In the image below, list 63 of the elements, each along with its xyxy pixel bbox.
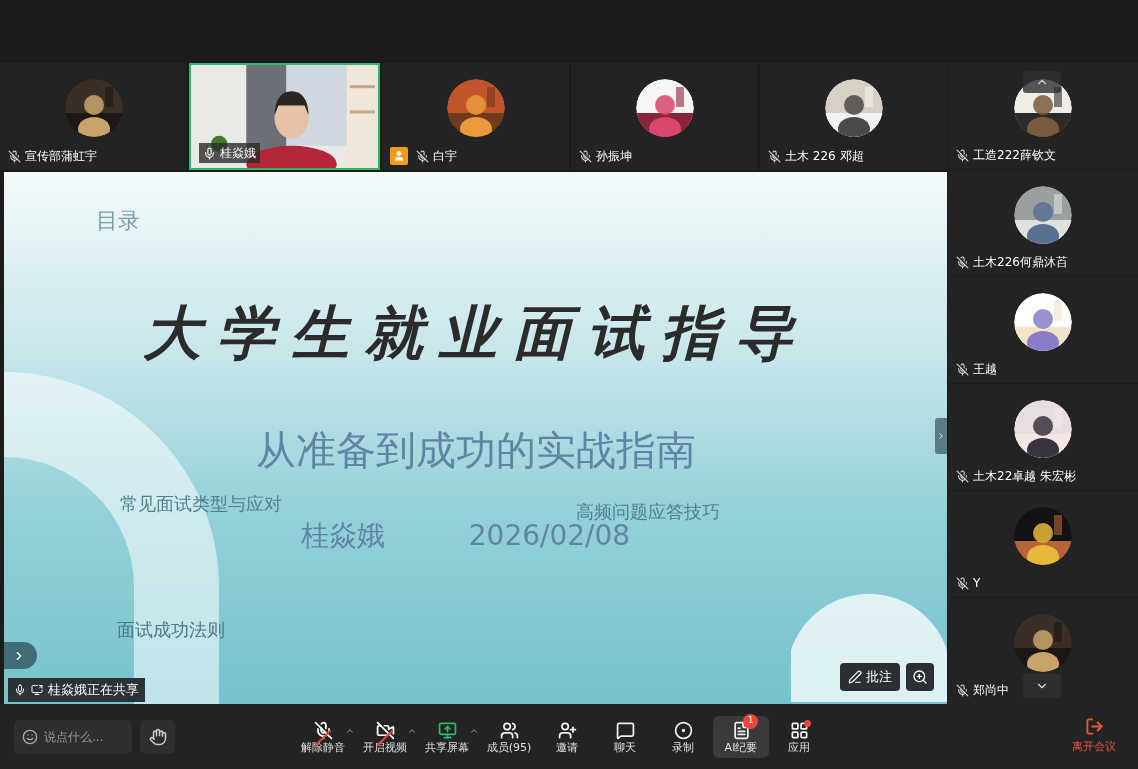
participant-tile[interactable]: 孙振坤 [571,63,758,170]
slide-title: 大学生就业面试指导 [142,304,809,362]
participant-name: 土木 226 邓超 [785,148,864,165]
zoom-in-button[interactable] [906,663,934,691]
expand-panel-button[interactable] [4,642,37,669]
participant-tile[interactable]: 宣传部蒲虹宇 [0,63,187,170]
participant-name: 工造222薛钦文 [973,147,1056,164]
leave-meeting-button[interactable]: 离开会议 [1072,717,1116,756]
screen-icon [31,684,43,696]
toolbar-button[interactable]: 应用 [771,715,827,758]
slide-ghost-text: 高频问题应答技巧 [576,500,720,524]
participant-name: 土木22卓越 朱宏彬 [973,468,1077,485]
smiley-icon [22,727,38,746]
exit-door-icon [1084,717,1104,737]
participant-tile[interactable]: 土木22卓越 朱宏彬 [948,384,1138,490]
participant-tile[interactable]: 王越 [948,277,1138,383]
toolbar-button[interactable]: 成员(95) [481,715,537,758]
people-icon [499,720,519,740]
participant-name: 土木226何鼎沐苩 [973,254,1068,271]
chat-input[interactable]: 说点什么... [14,719,132,754]
side-panel-toggle[interactable] [935,418,947,454]
participant-tile[interactable]: 白宇 [382,63,569,170]
slide-ghost-text: 目录 [96,207,140,235]
toolbar-button[interactable]: 邀请 [539,715,595,758]
chat-field-text[interactable]: 说点什么... [44,727,124,746]
participant-tile[interactable]: 郑尚中 [948,598,1138,704]
toolbar-button[interactable]: 录制 [655,715,711,758]
raise-hand-button[interactable] [140,719,175,754]
pen-icon [848,670,862,684]
notification-badge: 1 [743,713,758,729]
slide-subtitle: 从准备到成功的实战指南 [255,430,696,470]
participant-name: 白宇 [433,148,457,165]
participant-name: 孙振坤 [596,148,632,165]
toolbar-button[interactable]: 解除静音 [295,715,351,758]
mic-icon [14,684,26,696]
participant-tile[interactable]: 土木226何鼎沐苩 [948,170,1138,276]
participant-name: Y [973,575,981,592]
annotate-button[interactable]: 批注 [840,663,900,691]
toolbar-button[interactable]: 共享屏幕 [419,715,475,758]
zoom-in-icon [912,669,928,685]
record-icon [673,720,693,740]
add-person-icon [557,720,577,740]
toolbar-button[interactable]: 聊天 [597,715,653,758]
participant-name: 桂焱娥 [220,145,256,162]
participant-name: 王越 [973,361,997,378]
participant-tile[interactable]: 工造222薛钦文 [948,63,1138,169]
chat-bubble-icon [615,720,635,740]
participant-tile[interactable]: 土木 226 邓超 [760,63,947,170]
microphone-icon [313,720,333,740]
grid-icon [789,720,809,740]
monitor-icon [437,720,457,740]
slide-ghost-text: 常见面试类型与应对 [120,492,282,516]
participant-name: 郑尚中 [973,682,1009,699]
participant-tile[interactable]: 桂焱娥 [189,63,380,170]
toolbar-button[interactable]: AI纪要 1 [713,715,769,758]
sharing-label: 桂焱娥正在共享 [48,681,139,700]
participant-tile[interactable]: Y [948,491,1138,597]
slide-date: 2026/02/08 [468,522,631,550]
slide-author: 桂焱娥 [300,522,385,550]
participant-name: 宣传部蒲虹宇 [25,148,97,165]
scroll-up-button[interactable] [1023,71,1061,93]
chevron-right-icon [936,431,946,441]
hand-icon [148,727,167,746]
